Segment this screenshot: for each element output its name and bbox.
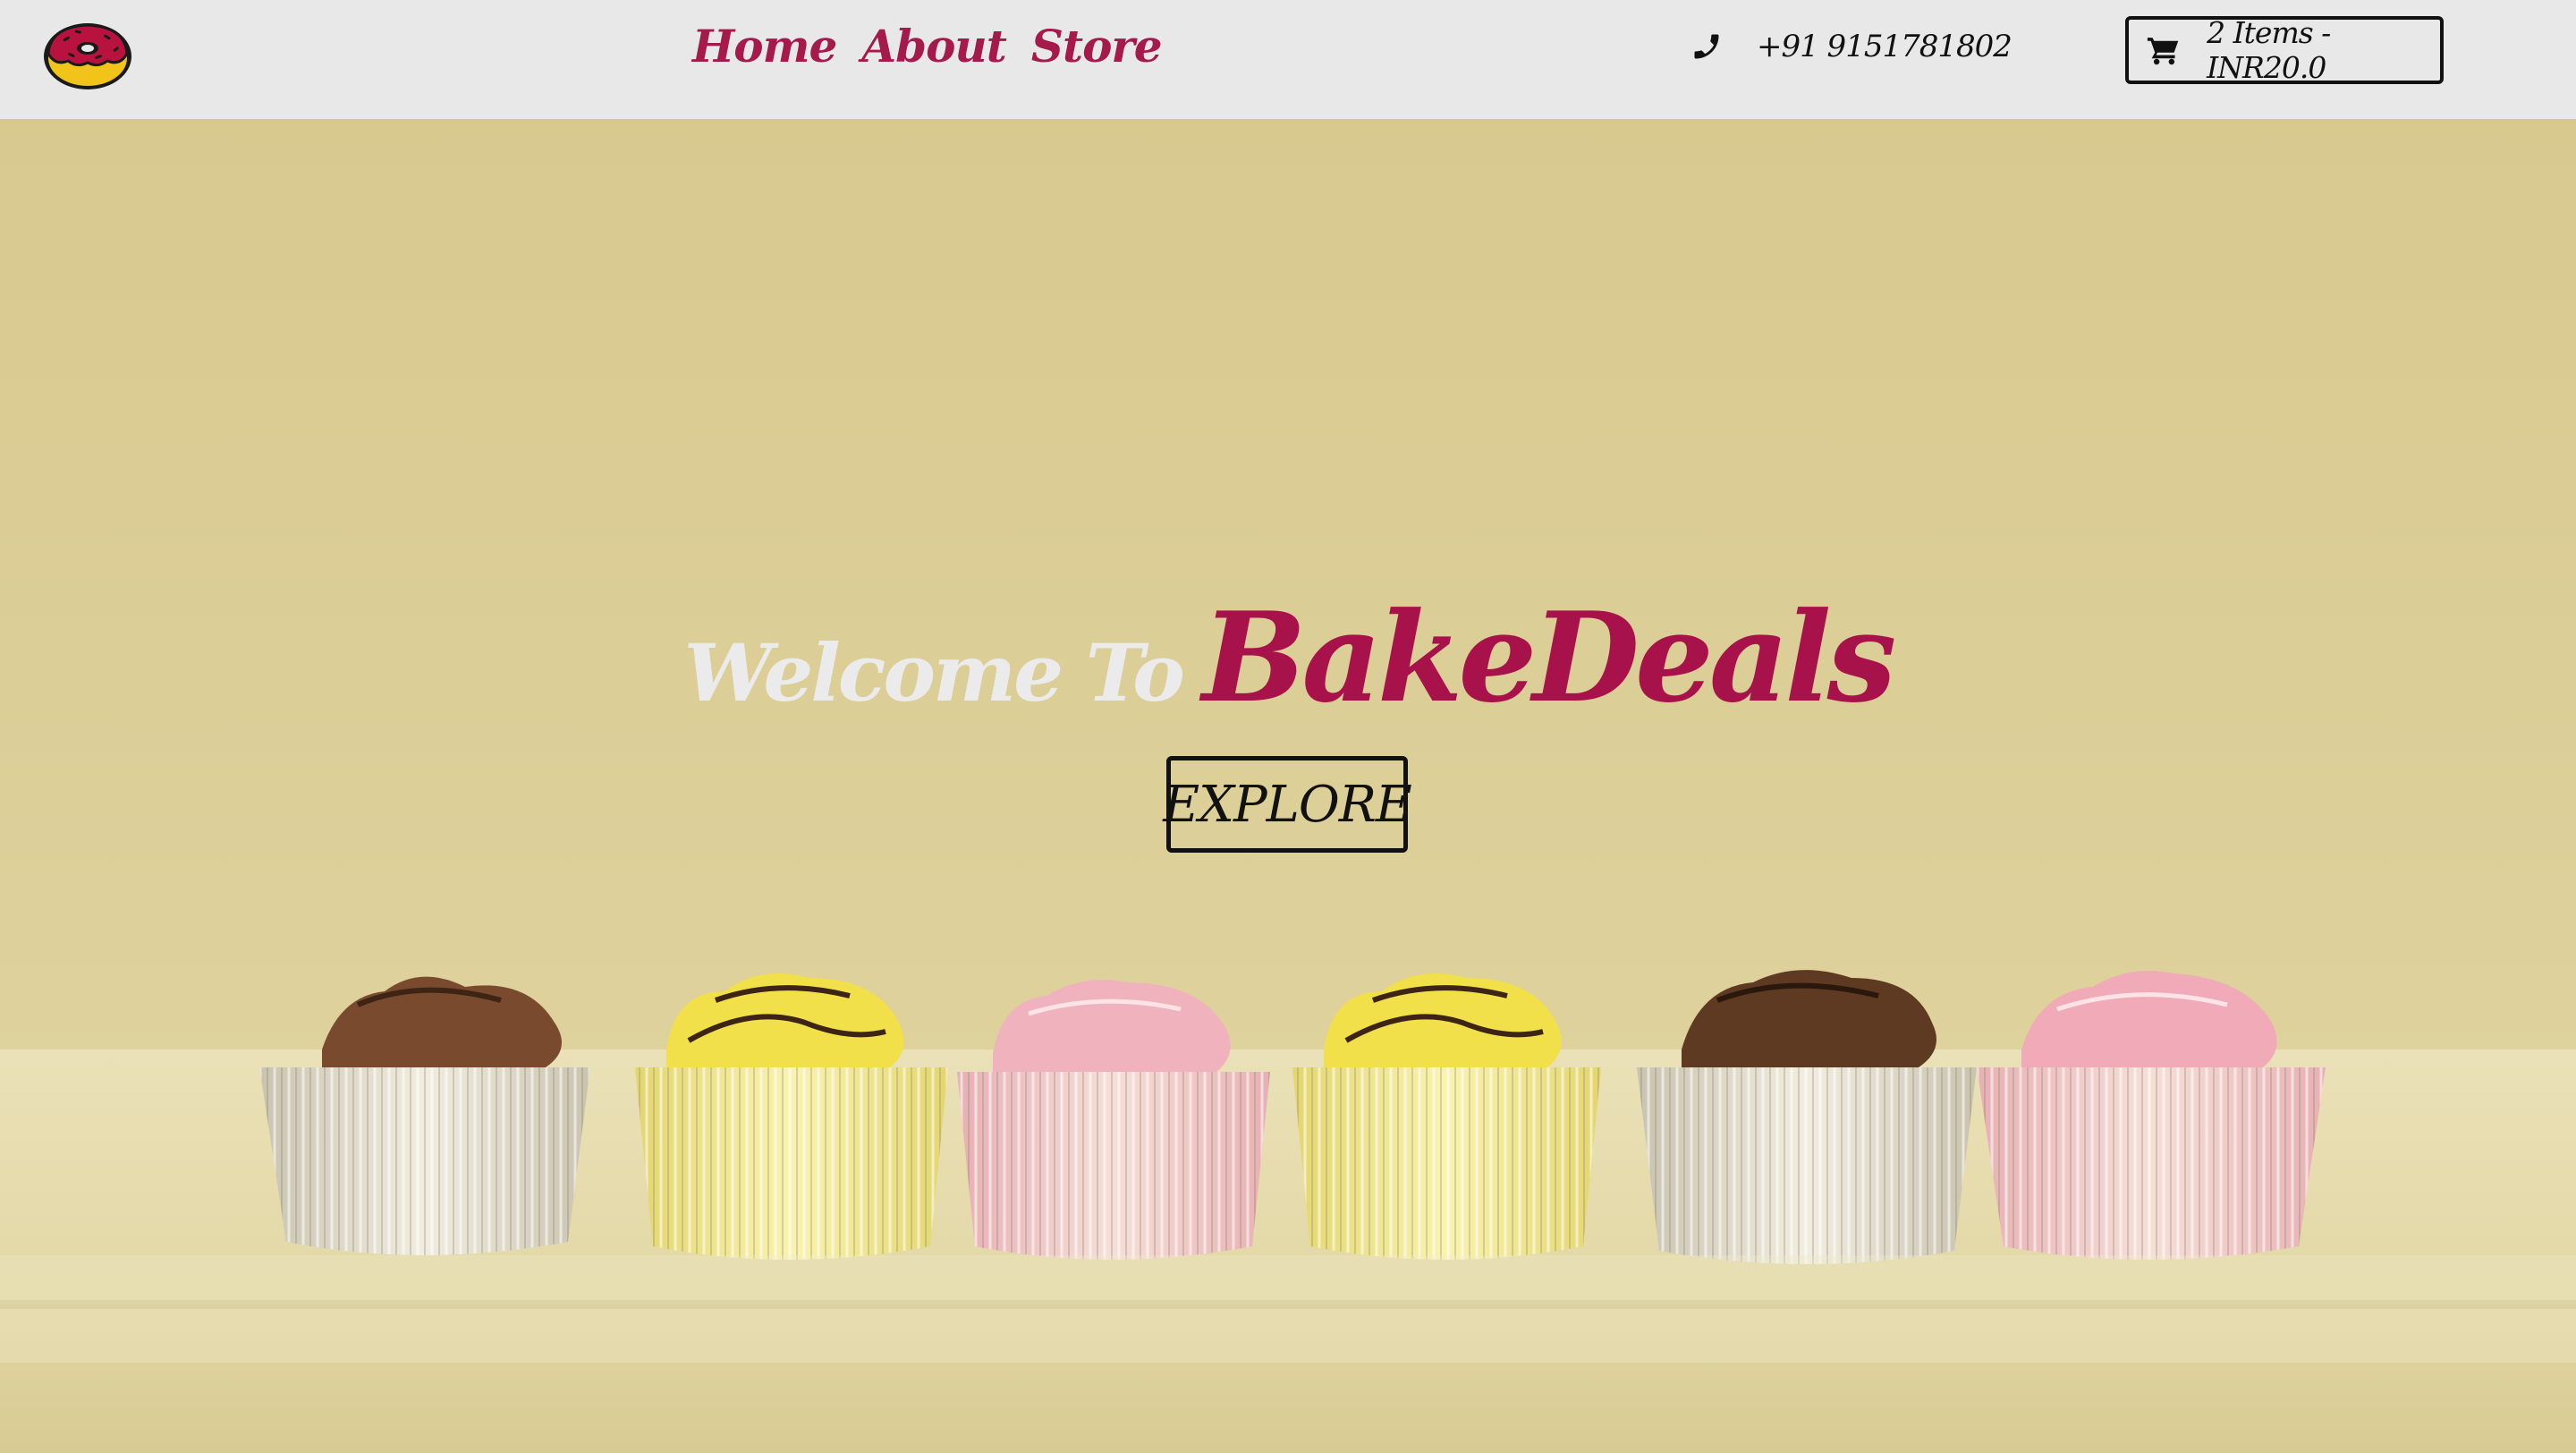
donut-icon[interactable]: [41, 14, 134, 91]
cart-summary-label: 2 Items - INR20.0: [2207, 15, 2331, 85]
navbar: Home About Store +91 9151781802 2 Items …: [0, 0, 2576, 119]
cart-button[interactable]: 2 Items - INR20.0: [2125, 15, 2444, 85]
nav-home-link[interactable]: Home: [692, 20, 837, 72]
phone-contact: +91 9151781802: [1690, 29, 2012, 64]
explore-button[interactable]: EXPLORE: [1163, 756, 1412, 853]
brand-name: BakeDeals: [1201, 584, 1896, 730]
hero-section: Welcome To BakeDeals EXPLORE: [0, 119, 2576, 1453]
shopping-cart-icon: [2147, 38, 2179, 65]
phone-icon: [1694, 34, 1719, 59]
welcome-text: Welcome To: [683, 626, 1185, 719]
nav-about-link[interactable]: About: [861, 20, 1007, 72]
page: Home About Store +91 9151781802 2 Items …: [0, 0, 2576, 1453]
hero-title: Welcome To BakeDeals: [0, 584, 2576, 730]
nav-store-link[interactable]: Store: [1031, 20, 1163, 72]
phone-number[interactable]: +91 9151781802: [1757, 29, 2012, 64]
main-nav: Home About Store: [692, 20, 1163, 72]
